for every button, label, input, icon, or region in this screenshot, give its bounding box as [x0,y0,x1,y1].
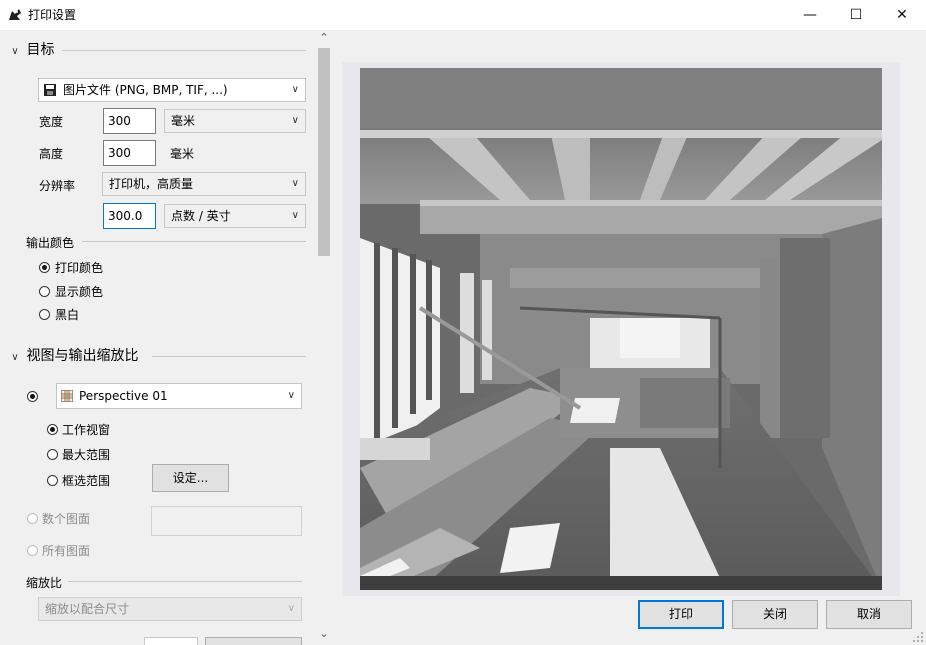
extents-label[interactable]: 最大范围 [62,447,110,463]
viewport-grid-icon [61,390,73,402]
title-bar: 打印设置 — ☐ ✕ [0,0,926,30]
height-label: 高度 [39,147,64,161]
scroll-down-arrow[interactable]: ⌄ [316,626,332,642]
section-divider [62,50,306,51]
radio-all-pages[interactable] [27,545,38,556]
scrollbar-thumb[interactable] [318,48,330,256]
resolution-input[interactable]: 300.0 [103,203,156,229]
print-button[interactable]: 打印 [638,600,724,629]
width-input[interactable]: 300 [103,108,156,134]
rhino-app-icon [7,7,23,23]
chevron-down-icon: ∨ [11,46,19,57]
maximize-button[interactable]: ☐ [833,0,879,30]
save-disk-icon [44,84,56,96]
radio-display-color[interactable] [39,286,50,297]
window-select-label[interactable]: 框选范围 [62,473,110,489]
viewport-value: Perspective 01 [79,389,168,403]
destination-value: 图片文件 (PNG, BMP, TIF, ...) [63,83,228,97]
interior-render-image [360,68,882,590]
multi-pages-input[interactable] [151,506,302,536]
print-color-label[interactable]: 打印颜色 [55,260,103,276]
radio-multi-pages[interactable] [27,513,38,524]
radio-print-color[interactable] [39,262,50,273]
chevron-down-icon: ∨ [291,115,299,126]
work-view-label[interactable]: 工作视窗 [62,422,110,438]
chevron-down-icon: ∨ [11,352,19,363]
section-divider [82,241,306,242]
cancel-button[interactable]: 取消 [826,600,912,629]
viewport-dropdown[interactable]: Perspective 01 ∨ [56,383,302,409]
section-divider [68,581,302,582]
width-unit-value: 毫米 [171,114,196,128]
radio-black-white[interactable] [39,309,50,320]
resolution-unit-value: 点数 / 英寸 [171,209,231,223]
target-header-label: 目标 [26,42,55,58]
height-unit-label: 毫米 [170,147,195,161]
view-scale-header-label: 视图与输出缩放比 [26,348,139,364]
scale-dropdown[interactable]: 缩放以配合尺寸 ∨ [38,597,302,621]
chevron-down-icon: ∨ [291,178,299,189]
height-input[interactable]: 300 [103,140,156,166]
scale-header: 缩放比 [26,576,63,590]
destination-dropdown[interactable]: 图片文件 (PNG, BMP, TIF, ...) ∨ [38,78,306,102]
width-unit-dropdown[interactable]: 毫米 ∨ [164,109,306,133]
radio-extents[interactable] [47,449,58,460]
print-preview-image [360,68,882,590]
resize-grip-icon[interactable] [912,631,924,643]
chevron-down-icon: ∨ [291,210,299,221]
set-window-button[interactable]: 设定... [152,464,229,492]
radio-work-view[interactable] [47,424,58,435]
all-pages-label: 所有图面 [42,544,91,558]
radio-viewport[interactable] [27,391,38,402]
display-color-label[interactable]: 显示颜色 [55,284,103,300]
multi-pages-label: 数个图面 [42,512,91,526]
scale-value: 缩放以配合尺寸 [45,602,130,616]
close-button[interactable]: 关闭 [732,600,818,629]
resolution-preset-value: 打印机，高质量 [109,177,194,191]
close-window-button[interactable]: ✕ [879,0,925,30]
view-scale-section-header[interactable]: ∨ 视图与输出缩放比 [8,347,138,367]
partial-field [144,637,198,645]
chevron-down-icon: ∨ [287,603,295,614]
chevron-down-icon: ∨ [291,84,299,95]
black-white-label[interactable]: 黑白 [55,307,79,323]
minimize-button[interactable]: — [787,0,833,30]
window-title: 打印设置 [28,8,77,22]
partial-button [205,637,302,645]
target-section-header[interactable]: ∨ 目标 [8,41,54,61]
scroll-up-arrow[interactable]: ⌃ [316,30,332,46]
resolution-label: 分辨率 [39,179,76,193]
section-divider [152,356,306,357]
resolution-unit-dropdown[interactable]: 点数 / 英寸 ∨ [164,204,306,228]
radio-window-select[interactable] [47,475,58,486]
width-label: 宽度 [39,115,64,129]
resolution-preset-dropdown[interactable]: 打印机，高质量 ∨ [102,172,306,196]
output-color-header: 输出颜色 [26,236,75,250]
chevron-down-icon: ∨ [287,390,295,401]
